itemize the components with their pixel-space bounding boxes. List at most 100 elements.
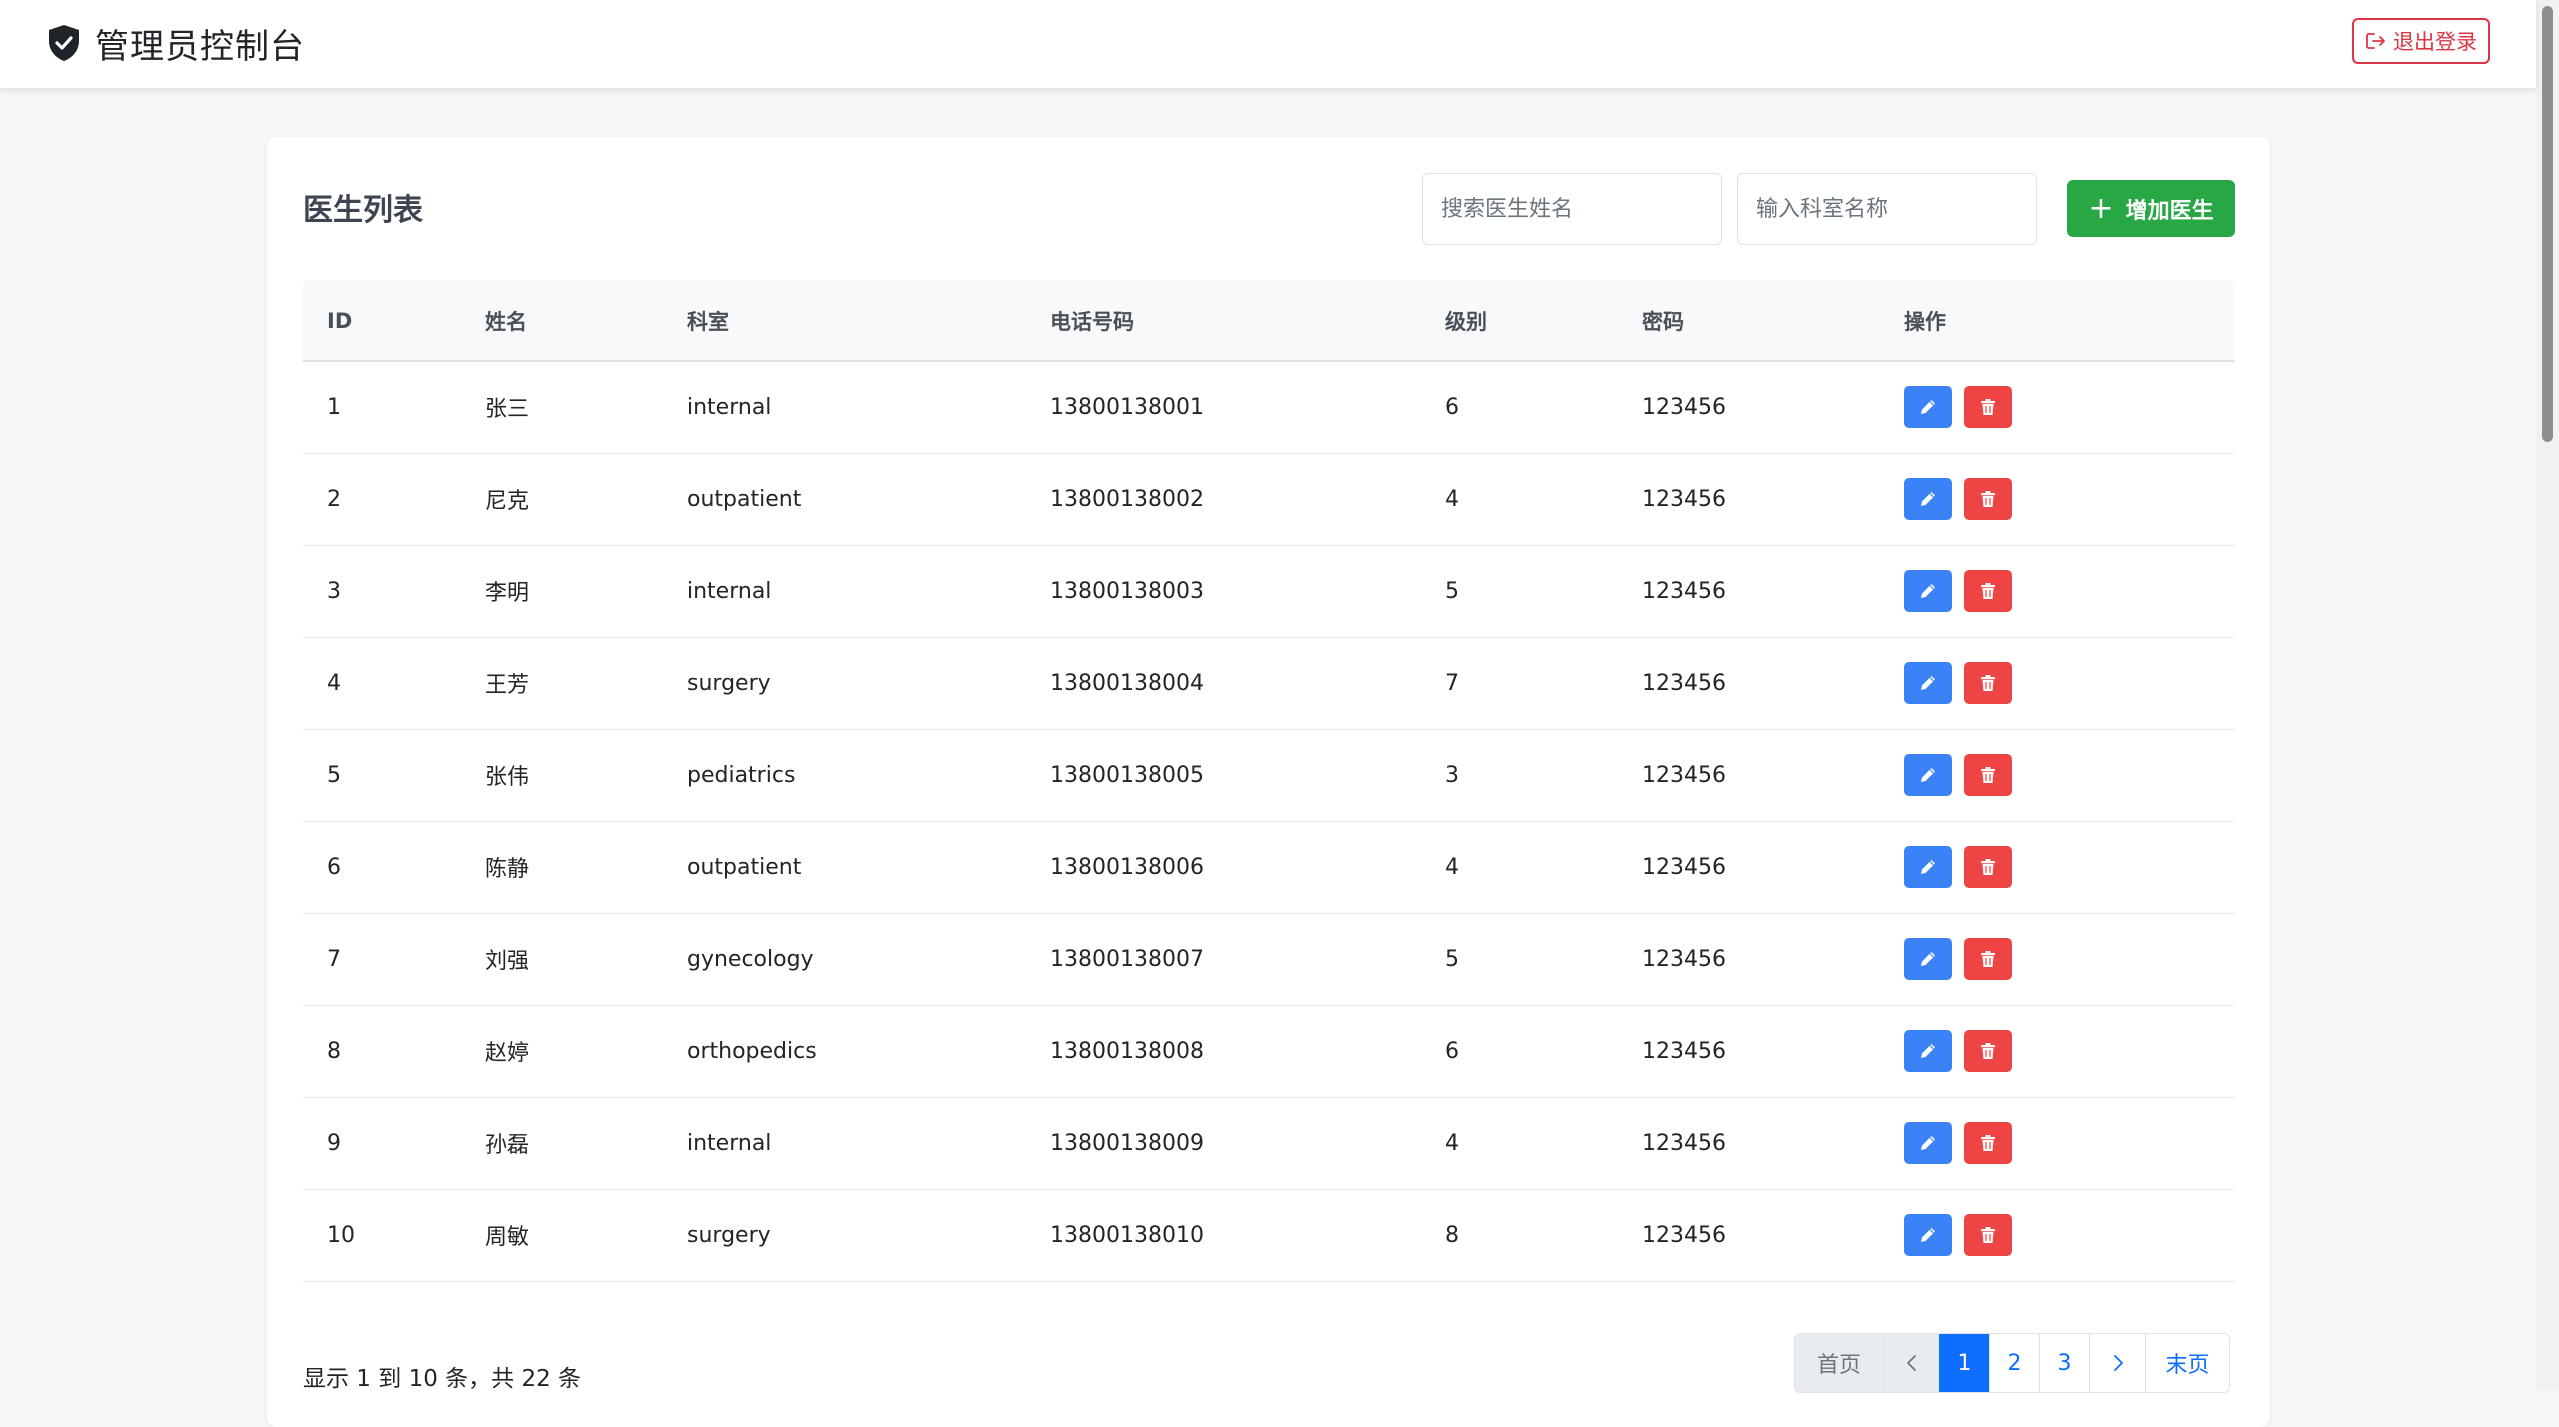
cell-id: 9 (303, 1097, 461, 1190)
trash-icon (1981, 399, 1995, 416)
cell-phone: 13800138010 (1026, 1189, 1421, 1282)
trash-icon (1981, 1227, 1995, 1243)
edit-button[interactable] (1904, 846, 1952, 888)
cell-password: 123456 (1618, 1189, 1880, 1282)
doctor-table: ID 姓名 科室 电话号码 级别 密码 操作 1 张三 internal 138001… (303, 281, 2235, 1282)
last-page-button[interactable]: 末页 (2145, 1334, 2229, 1392)
next-page-button[interactable] (2089, 1334, 2145, 1392)
cell-id: 4 (303, 637, 461, 730)
search-department-input[interactable] (1737, 173, 2037, 245)
pencil-icon (1921, 1044, 1935, 1058)
cell-name: 张三 (461, 361, 663, 454)
cell-phone: 13800138004 (1026, 637, 1421, 730)
edit-button[interactable] (1904, 754, 1952, 796)
delete-button[interactable] (1964, 1122, 2012, 1164)
cell-level: 4 (1421, 1097, 1618, 1190)
column-header-id: ID (303, 281, 461, 362)
app-title: 管理员控制台 (95, 26, 305, 67)
cell-id: 7 (303, 913, 461, 1006)
page-1-button[interactable]: 1 (1939, 1334, 1989, 1392)
edit-button[interactable] (1904, 386, 1952, 429)
cell-phone: 13800138001 (1026, 361, 1421, 454)
cell-level: 4 (1421, 821, 1618, 914)
cell-actions (1880, 1189, 2235, 1282)
cell-name: 周敏 (461, 1189, 663, 1282)
pencil-icon (1921, 676, 1935, 690)
column-header-actions: 操作 (1880, 281, 2235, 362)
table-row: 6 陈静 outpatient 13800138006 4 123456 (303, 821, 2235, 914)
pencil-icon (1921, 584, 1935, 598)
cell-actions (1880, 1005, 2235, 1098)
cell-name: 张伟 (461, 729, 663, 822)
pencil-icon (1921, 1136, 1935, 1150)
pagination: 首页 1 2 3 末页 (1794, 1333, 2230, 1393)
page-2-button[interactable]: 2 (1989, 1334, 2039, 1392)
trash-icon (1981, 675, 1995, 691)
plus-icon: + (2088, 190, 2114, 226)
cell-phone: 13800138005 (1026, 729, 1421, 822)
table-row: 5 张伟 pediatrics 13800138005 3 123456 (303, 729, 2235, 822)
pagination-summary: 显示 1 到 10 条，共 22 条 (303, 1366, 582, 1392)
add-doctor-button[interactable]: + 增加医生 (2067, 180, 2235, 237)
search-doctor-name-input[interactable] (1422, 173, 1722, 245)
delete-button[interactable] (1964, 846, 2012, 888)
cell-actions (1880, 729, 2235, 822)
brand: 管理员控制台 (47, 20, 305, 67)
shield-check-icon (47, 24, 81, 62)
pencil-icon (1921, 860, 1935, 874)
cell-id: 2 (303, 453, 461, 546)
cell-level: 5 (1421, 545, 1618, 638)
delete-button[interactable] (1964, 938, 2012, 980)
table-row: 10 周敏 surgery 13800138010 8 123456 (303, 1189, 2235, 1282)
delete-button[interactable] (1964, 386, 2012, 429)
cell-actions (1880, 545, 2235, 638)
pencil-icon (1921, 492, 1935, 506)
cell-level: 6 (1421, 1005, 1618, 1098)
edit-button[interactable] (1904, 938, 1952, 980)
previous-page-button[interactable] (1883, 1334, 1939, 1392)
table-header-row: ID 姓名 科室 电话号码 级别 密码 操作 (303, 281, 2235, 362)
delete-button[interactable] (1964, 1030, 2012, 1072)
edit-button[interactable] (1904, 1122, 1952, 1164)
cell-name: 陈静 (461, 821, 663, 914)
chevron-right-icon (2113, 1355, 2123, 1371)
cell-id: 5 (303, 729, 461, 822)
top-navbar: 管理员控制台 退出登录 (0, 0, 2536, 88)
cell-actions (1880, 453, 2235, 546)
first-page-button[interactable]: 首页 (1795, 1334, 1883, 1392)
scrollbar-thumb[interactable] (2542, 6, 2553, 442)
pencil-icon (1921, 952, 1935, 966)
cell-name: 李明 (461, 545, 663, 638)
cell-level: 5 (1421, 913, 1618, 1006)
logout-button[interactable]: 退出登录 (2352, 18, 2490, 64)
cell-phone: 13800138007 (1026, 913, 1421, 1006)
edit-button[interactable] (1904, 1214, 1952, 1256)
page-scrollbar[interactable] (2536, 0, 2559, 1389)
edit-button[interactable] (1904, 570, 1952, 612)
trash-icon (1981, 583, 1995, 599)
delete-button[interactable] (1964, 1214, 2012, 1256)
delete-button[interactable] (1964, 662, 2012, 704)
cell-name: 王芳 (461, 637, 663, 730)
delete-button[interactable] (1964, 570, 2012, 612)
cell-department: gynecology (663, 913, 1026, 1006)
edit-button[interactable] (1904, 1030, 1952, 1072)
pencil-icon (1921, 400, 1935, 415)
cell-id: 1 (303, 361, 461, 454)
cell-department: internal (663, 361, 1026, 454)
cell-department: pediatrics (663, 729, 1026, 822)
delete-button[interactable] (1964, 478, 2012, 520)
page-title: 医生列表 (303, 193, 423, 228)
cell-id: 8 (303, 1005, 461, 1098)
pencil-icon (1921, 768, 1935, 782)
edit-button[interactable] (1904, 662, 1952, 704)
table-row: 9 孙磊 internal 13800138009 4 123456 (303, 1097, 2235, 1190)
cell-id: 10 (303, 1189, 461, 1282)
cell-department: outpatient (663, 821, 1026, 914)
delete-button[interactable] (1964, 754, 2012, 796)
cell-name: 孙磊 (461, 1097, 663, 1190)
page-3-button[interactable]: 3 (2039, 1334, 2089, 1392)
edit-button[interactable] (1904, 478, 1952, 520)
cell-level: 4 (1421, 453, 1618, 546)
table-row: 4 王芳 surgery 13800138004 7 123456 (303, 637, 2235, 730)
